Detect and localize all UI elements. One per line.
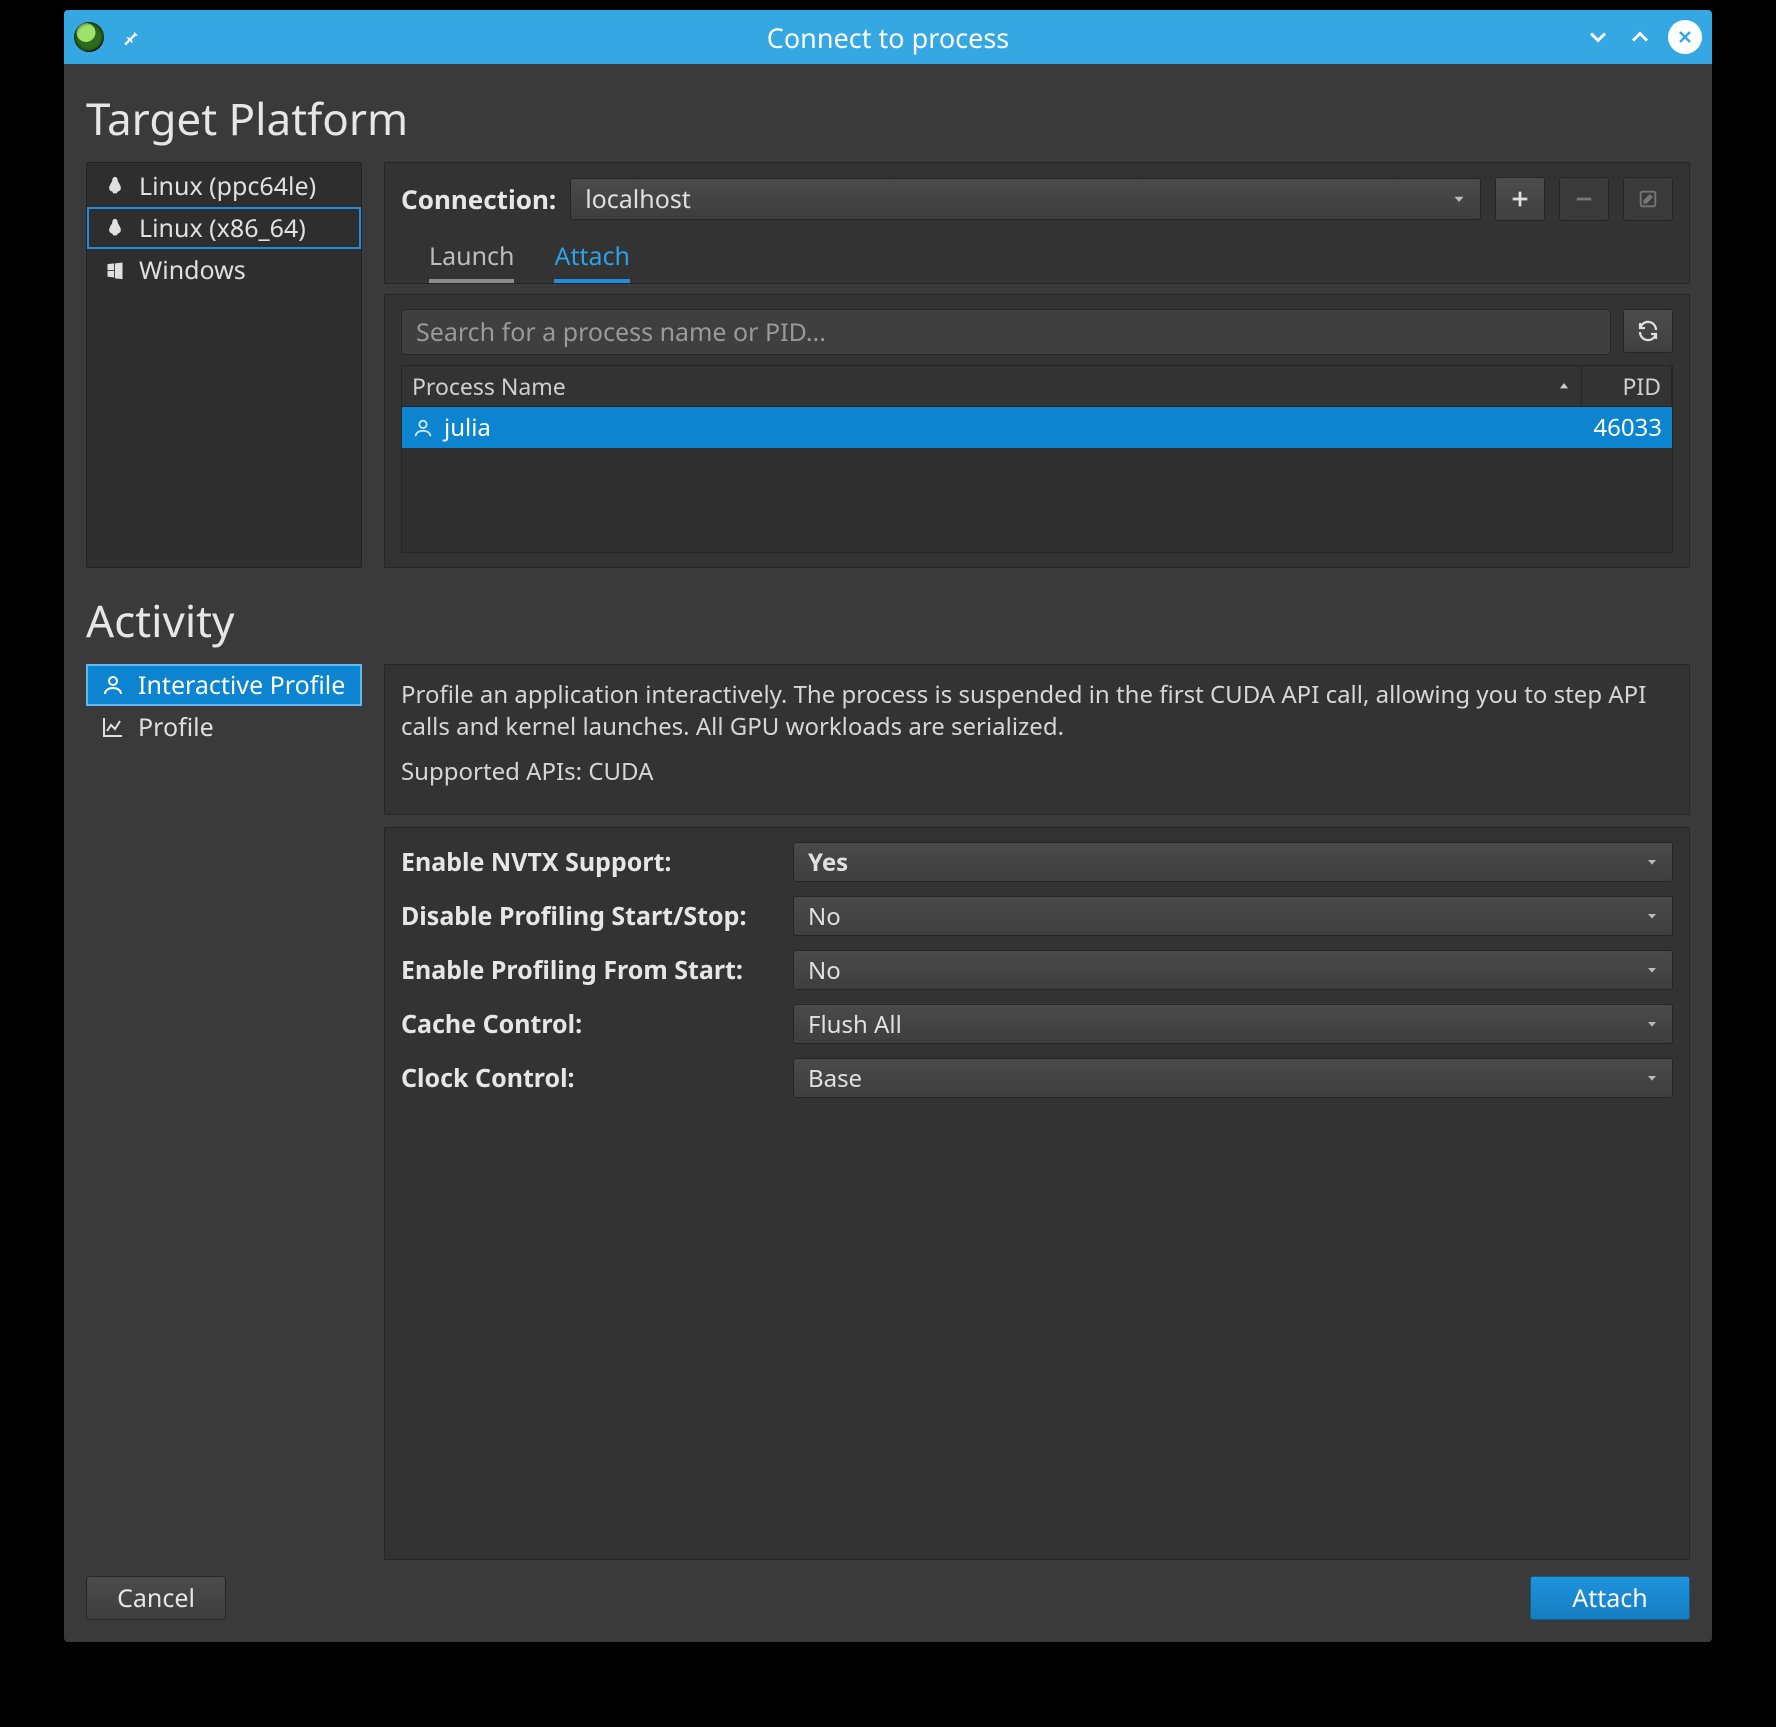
- dialog-footer: Cancel Attach: [64, 1560, 1712, 1642]
- option-value: No: [808, 954, 841, 987]
- option-enable-nvtx: Enable NVTX Support: Yes: [401, 842, 1673, 882]
- process-panel: Process Name PID: [384, 294, 1690, 568]
- linux-icon: [103, 217, 127, 239]
- chevron-down-icon: [1644, 962, 1660, 978]
- option-label: Disable Profiling Start/Stop:: [401, 899, 775, 933]
- option-value: No: [808, 900, 841, 933]
- sort-ascending-icon: [1557, 379, 1571, 393]
- platform-item-windows[interactable]: Windows: [87, 249, 361, 291]
- chevron-down-icon: [1644, 908, 1660, 924]
- connection-value: localhost: [585, 182, 691, 216]
- process-pid-cell: 46033: [1582, 407, 1672, 448]
- platform-label: Linux (ppc64le): [139, 169, 316, 203]
- refresh-button[interactable]: [1623, 309, 1673, 353]
- process-name: julia: [444, 411, 491, 444]
- activity-description-text: Profile an application interactively. Th…: [401, 679, 1673, 744]
- platform-label: Linux (x86_64): [139, 211, 306, 245]
- tab-launch[interactable]: Launch: [429, 239, 514, 283]
- edit-connection-button[interactable]: [1623, 177, 1673, 221]
- platform-item-linux-x86-64[interactable]: Linux (x86_64): [87, 207, 361, 249]
- chevron-down-icon: [1644, 1070, 1660, 1086]
- remove-connection-button[interactable]: [1559, 177, 1609, 221]
- option-enable-profiling-from-start: Enable Profiling From Start: No: [401, 950, 1673, 990]
- option-cache-control: Cache Control: Flush All: [401, 1004, 1673, 1044]
- person-icon: [100, 673, 126, 697]
- option-select-enable-from-start[interactable]: No: [793, 950, 1673, 990]
- tab-attach[interactable]: Attach: [554, 239, 630, 283]
- connection-label: Connection:: [401, 181, 556, 217]
- linux-icon: [103, 175, 127, 197]
- column-process-name[interactable]: Process Name: [402, 366, 1582, 406]
- option-value: Base: [808, 1062, 862, 1095]
- activity-item-interactive-profile[interactable]: Interactive Profile: [86, 664, 362, 706]
- titlebar: Connect to process: [64, 10, 1712, 64]
- platform-label: Windows: [139, 253, 246, 287]
- window-controls: [1584, 20, 1702, 54]
- activity-item-profile[interactable]: Profile: [86, 706, 362, 748]
- connection-panel: Connection: localhost: [384, 162, 1690, 284]
- add-connection-button[interactable]: [1495, 177, 1545, 221]
- platform-list: Linux (ppc64le) Linux (x86_64) Windows: [86, 162, 362, 568]
- connection-select[interactable]: localhost: [570, 178, 1481, 220]
- section-title-activity: Activity: [86, 590, 1690, 650]
- option-value: Flush All: [808, 1008, 902, 1041]
- column-pid[interactable]: PID: [1582, 366, 1672, 406]
- connection-tabs: Launch Attach: [429, 239, 1673, 283]
- connection-pane: Connection: localhost: [384, 162, 1690, 568]
- app-icon: [74, 22, 104, 52]
- target-platform-row: Linux (ppc64le) Linux (x86_64) Windows: [86, 162, 1690, 568]
- process-name-cell: julia: [402, 407, 1582, 448]
- dialog-window: Connect to process Target Platform Li: [64, 10, 1712, 1642]
- activity-row: Interactive Profile Profile Profile an a…: [86, 664, 1690, 1560]
- cancel-button[interactable]: Cancel: [86, 1576, 226, 1620]
- attach-button[interactable]: Attach: [1530, 1576, 1690, 1620]
- activity-list: Interactive Profile Profile: [86, 664, 362, 1560]
- pin-icon[interactable]: [118, 24, 144, 50]
- option-clock-control: Clock Control: Base: [401, 1058, 1673, 1098]
- process-table: Process Name PID: [401, 365, 1673, 553]
- option-select-disable-startstop[interactable]: No: [793, 896, 1673, 936]
- close-button[interactable]: [1668, 20, 1702, 54]
- process-search-input[interactable]: [401, 309, 1611, 355]
- person-icon: [412, 417, 434, 439]
- activity-main: Profile an application interactively. Th…: [384, 664, 1690, 1560]
- platform-item-linux-ppc64le[interactable]: Linux (ppc64le): [87, 165, 361, 207]
- process-table-header: Process Name PID: [402, 366, 1672, 407]
- chevron-down-icon: [1450, 190, 1468, 208]
- process-row[interactable]: julia 46033: [402, 407, 1672, 448]
- windows-icon: [103, 260, 127, 280]
- option-label: Enable Profiling From Start:: [401, 953, 775, 987]
- chevron-down-icon: [1644, 854, 1660, 870]
- option-label: Cache Control:: [401, 1007, 775, 1041]
- option-label: Clock Control:: [401, 1061, 775, 1095]
- activity-description-panel: Profile an application interactively. Th…: [384, 664, 1690, 815]
- process-pid: 46033: [1593, 411, 1662, 444]
- option-select-nvtx[interactable]: Yes: [793, 842, 1673, 882]
- chevron-up-icon[interactable]: [1626, 23, 1654, 51]
- chevron-down-icon: [1644, 1016, 1660, 1032]
- option-value: Yes: [808, 846, 848, 879]
- option-select-clock-control[interactable]: Base: [793, 1058, 1673, 1098]
- option-select-cache-control[interactable]: Flush All: [793, 1004, 1673, 1044]
- window-title: Connect to process: [64, 19, 1712, 56]
- activity-options-panel: Enable NVTX Support: Yes Disable Profili…: [384, 827, 1690, 1560]
- option-label: Enable NVTX Support:: [401, 845, 775, 879]
- chart-icon: [100, 715, 126, 739]
- activity-label: Interactive Profile: [138, 668, 345, 702]
- connection-row: Connection: localhost: [401, 177, 1673, 221]
- chevron-down-icon[interactable]: [1584, 23, 1612, 51]
- option-disable-profiling-startstop: Disable Profiling Start/Stop: No: [401, 896, 1673, 936]
- activity-supported-apis: Supported APIs: CUDA: [401, 756, 1673, 788]
- section-title-target-platform: Target Platform: [86, 88, 1690, 148]
- activity-label: Profile: [138, 710, 214, 744]
- dialog-content: Target Platform Linux (ppc64le) Linux (x…: [64, 64, 1712, 1560]
- search-row: [401, 309, 1673, 355]
